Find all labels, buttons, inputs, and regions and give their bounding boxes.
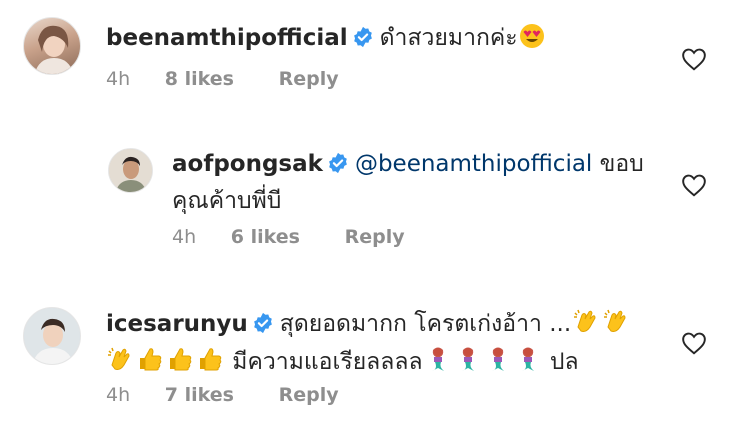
verified-badge-icon	[327, 150, 349, 184]
like-heart-icon[interactable]	[681, 173, 707, 197]
mermaid-emoji	[424, 345, 452, 383]
comment-username[interactable]: icesarunyu	[106, 311, 248, 337]
likes-count[interactable]: 8 likes	[165, 68, 234, 90]
verified-badge-icon	[352, 24, 374, 58]
clapping-hands-emoji	[572, 307, 600, 345]
avatar[interactable]	[23, 17, 81, 75]
comment-text-line1: สุดยอดมากก โครตเก่งอ้าา ...	[279, 311, 572, 337]
like-heart-icon[interactable]	[681, 331, 707, 355]
avatar-photo	[109, 149, 152, 192]
mermaid-emoji	[454, 345, 482, 383]
comment-time: 4h	[106, 384, 131, 406]
clapping-hands-emoji	[106, 345, 134, 383]
thumbs-up-emoji	[136, 345, 164, 383]
comment-username[interactable]: aofpongsak	[172, 151, 323, 177]
thumbs-up-emoji	[196, 345, 224, 383]
thumbs-up-emoji	[166, 345, 194, 383]
comment-text-line2: มีความแอเรียลลลล	[225, 349, 423, 375]
avatar[interactable]	[108, 148, 153, 193]
mermaid-emoji	[484, 345, 512, 383]
comment-text-line2: คุณค้าบพี่บี	[172, 188, 282, 214]
mermaid-emoji	[514, 345, 542, 383]
heart-eyes-emoji	[519, 23, 545, 59]
reply-button[interactable]: Reply	[279, 68, 339, 90]
comment-text: ดำสวยมากค่ะ	[379, 25, 518, 51]
comment-username[interactable]: beenamthipofficial	[106, 25, 348, 51]
avatar-photo	[34, 25, 74, 74]
like-heart-icon[interactable]	[681, 47, 707, 71]
comment-text-line1: ขอบ	[592, 151, 644, 177]
clapping-hands-emoji	[602, 307, 630, 345]
avatar-photo	[24, 308, 80, 364]
comment-time: 4h	[106, 68, 131, 90]
comment-text-line2-end: ปล	[542, 349, 579, 375]
comment-time: 4h	[172, 226, 197, 248]
avatar[interactable]	[23, 307, 81, 365]
reply-button[interactable]: Reply	[345, 226, 405, 248]
verified-badge-icon	[252, 310, 274, 344]
mention-link[interactable]: @beenamthipofficial	[355, 151, 592, 177]
reply-button[interactable]: Reply	[279, 384, 339, 406]
likes-count[interactable]: 6 likes	[231, 226, 300, 248]
likes-count[interactable]: 7 likes	[165, 384, 234, 406]
